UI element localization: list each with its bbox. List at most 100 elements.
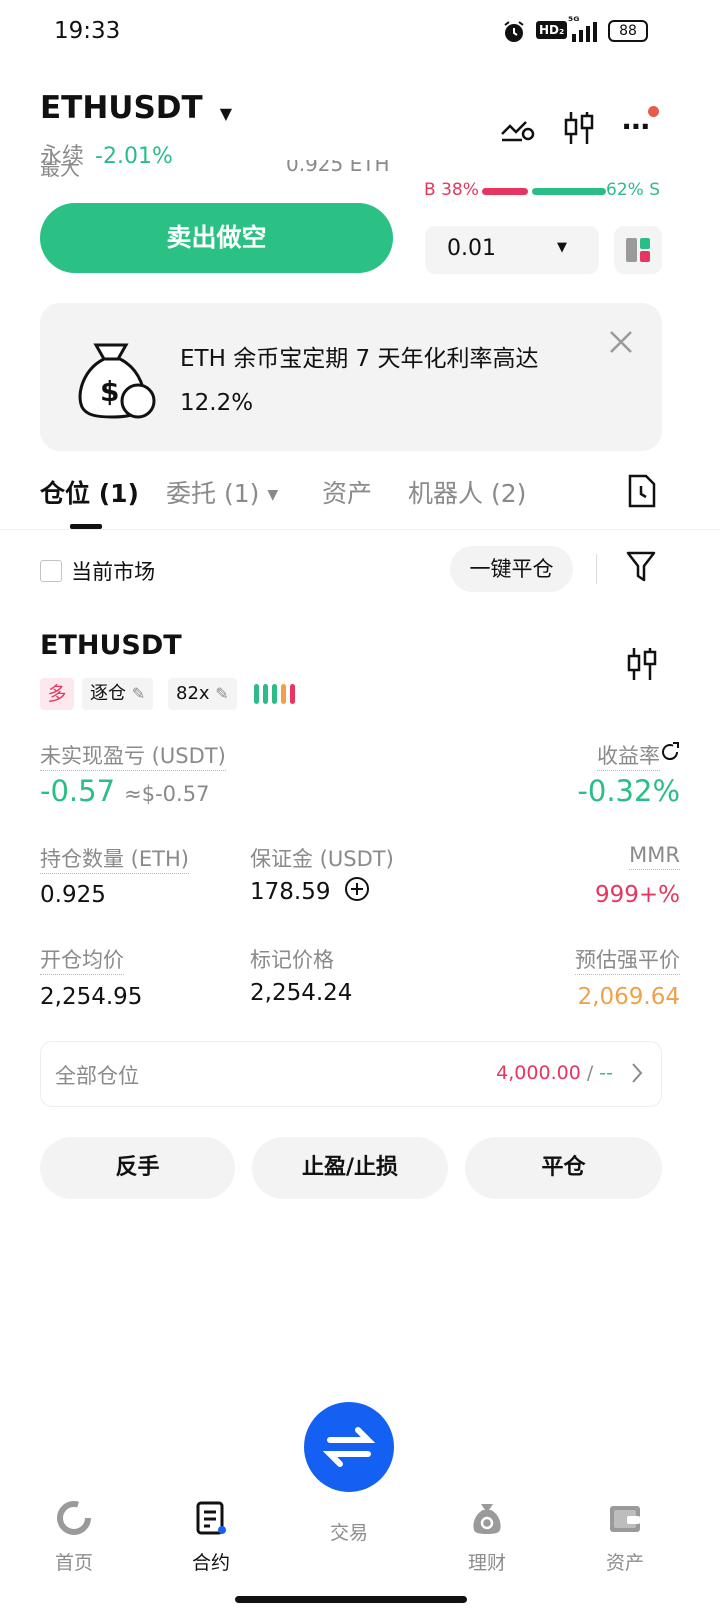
position-size-label: 持仓数量 (ETH) — [40, 843, 189, 874]
share-icon[interactable] — [660, 742, 680, 766]
buy-ratio: B 38% — [424, 180, 479, 200]
nav-earn[interactable]: 理财 — [437, 1500, 537, 1575]
edit-icon: ✎ — [215, 684, 229, 703]
symbol-title: ETHUSDT — [40, 90, 203, 126]
roe-label[interactable]: 收益率 — [597, 740, 660, 771]
nav-assets[interactable]: 资产 — [575, 1500, 675, 1575]
battery-level: 88 — [619, 23, 637, 39]
candlestick-icon[interactable] — [562, 110, 596, 150]
wallet-icon — [607, 1500, 643, 1540]
price-alert-icon[interactable] — [500, 112, 536, 148]
nav-contract[interactable]: 合约 — [161, 1500, 261, 1575]
close-icon[interactable] — [608, 329, 634, 359]
add-margin-icon[interactable] — [344, 876, 370, 906]
all-positions-dash: -- — [599, 1062, 613, 1084]
swap-icon — [322, 1427, 376, 1467]
reverse-button[interactable]: 反手 — [40, 1137, 235, 1199]
unrealized-pnl-label: 未实现盈亏 (USDT) — [40, 740, 226, 771]
position-size-value: 0.925 — [40, 882, 106, 908]
mmr-label: MMR — [629, 843, 680, 870]
unrealized-pnl: -0.57 ≈$-0.57 — [40, 774, 209, 808]
margin-mode-label: 逐仓 — [90, 683, 126, 704]
layout-toggle-button[interactable] — [614, 226, 662, 274]
buy-ratio-bar — [482, 188, 528, 195]
risk-level-bars — [254, 684, 299, 708]
risk-bar — [272, 684, 277, 704]
all-positions-label: 全部仓位 — [55, 1064, 139, 1088]
reverse-label: 反手 — [115, 1155, 160, 1180]
battery-icon: 88 — [608, 20, 648, 42]
symbol-selector[interactable]: ETHUSDT ▼ — [40, 90, 232, 126]
money-bag-icon: $ — [72, 333, 162, 427]
history-icon[interactable] — [626, 474, 656, 512]
all-positions-values: 4,000.00 / -- — [496, 1062, 613, 1084]
margin-value: 178.59 — [250, 879, 331, 905]
tab-active-indicator — [70, 524, 102, 529]
nav-home-label: 首页 — [54, 1552, 93, 1574]
tabs: 仓位 (1) 委托 (1) ▼ 资产 机器人 (2) — [0, 470, 720, 530]
tab-label: 资产 — [322, 479, 373, 508]
nav-assets-label: 资产 — [605, 1552, 644, 1574]
caret-down-icon: ▼ — [267, 487, 279, 503]
tab-label: 委托 (1) — [166, 479, 260, 508]
nav-home[interactable]: 首页 — [24, 1500, 124, 1575]
sell-ratio: 62% S — [606, 180, 660, 200]
mark-price-label: 标记价格 — [250, 948, 334, 972]
partial-row: 最大 0.925 ETH — [40, 160, 420, 180]
home-indicator — [235, 1596, 467, 1603]
contract-icon — [193, 1500, 229, 1540]
risk-bar — [263, 684, 268, 704]
quantity-value: 0.01 — [447, 236, 496, 261]
tab-bots[interactable]: 机器人 (2) — [408, 474, 526, 510]
unrealized-pnl-value: -0.57 — [40, 774, 116, 808]
promo-text: ETH 余币宝定期 7 天年化利率高达 12.2% — [180, 346, 539, 416]
current-market-label: 当前市场 — [71, 560, 156, 584]
sell-ratio-bar — [532, 188, 606, 195]
risk-bar — [290, 684, 295, 704]
nav-earn-label: 理财 — [467, 1552, 506, 1574]
max-label: 最大 — [40, 160, 80, 180]
sell-short-button[interactable]: 卖出做空 — [40, 203, 393, 273]
caret-down-icon: ▼ — [219, 104, 233, 123]
sell-short-label: 卖出做空 — [166, 223, 267, 252]
caret-down-icon: ▼ — [557, 240, 567, 255]
checkbox-box[interactable] — [40, 560, 62, 582]
nav-contract-label: 合约 — [191, 1552, 230, 1574]
close-position-button[interactable]: 平仓 — [465, 1137, 662, 1199]
mmr-value: 999+% — [594, 882, 680, 908]
margin-value-group: 178.59 — [250, 876, 370, 906]
all-positions-row[interactable]: 全部仓位 4,000.00 / -- — [40, 1041, 662, 1107]
alarm-icon — [502, 20, 526, 48]
promo-banner[interactable]: $ ETH 余币宝定期 7 天年化利率高达 12.2% — [40, 303, 662, 451]
chart-icon[interactable] — [626, 646, 658, 686]
margin-mode-badge[interactable]: 逐仓 ✎ — [82, 678, 154, 710]
trade-fab[interactable] — [304, 1402, 394, 1492]
svg-text:$: $ — [100, 375, 119, 408]
all-positions-value: 4,000.00 — [496, 1062, 581, 1084]
more-icon[interactable]: ⋯ — [622, 110, 652, 143]
tab-assets[interactable]: 资产 — [322, 474, 372, 510]
leverage-badge[interactable]: 82x ✎ — [168, 678, 237, 710]
divider — [596, 554, 597, 584]
unrealized-pnl-usd: ≈$-0.57 — [124, 782, 210, 806]
tab-label: 仓位 (1) — [40, 479, 139, 508]
current-market-checkbox[interactable]: 当前市场 — [40, 556, 155, 586]
tp-sl-label: 止盈/止损 — [301, 1155, 399, 1180]
nav-trade[interactable]: 交易 — [299, 1510, 399, 1545]
close-all-button[interactable]: 一键平仓 — [450, 546, 573, 592]
tab-label: 机器人 (2) — [408, 479, 527, 508]
risk-bar — [281, 684, 286, 704]
roe-value: -0.32% — [577, 774, 680, 808]
risk-bar — [254, 684, 259, 704]
tab-positions[interactable]: 仓位 (1) — [40, 474, 139, 510]
liquidation-price-label: 预估强平价 — [575, 944, 680, 975]
filter-icon[interactable] — [626, 550, 656, 588]
margin-label: 保证金 (USDT) — [250, 847, 394, 871]
tp-sl-button[interactable]: 止盈/止损 — [252, 1137, 448, 1199]
quantity-select[interactable]: 0.01 ▼ — [425, 226, 599, 274]
position-symbol[interactable]: ETHUSDT — [40, 630, 182, 661]
entry-price-label: 开仓均价 — [40, 944, 124, 975]
status-bar: 19:33 HD₂ ⁵ᴳ 88 — [0, 0, 720, 64]
close-all-label: 一键平仓 — [469, 557, 554, 581]
tab-orders[interactable]: 委托 (1) ▼ — [166, 474, 278, 510]
